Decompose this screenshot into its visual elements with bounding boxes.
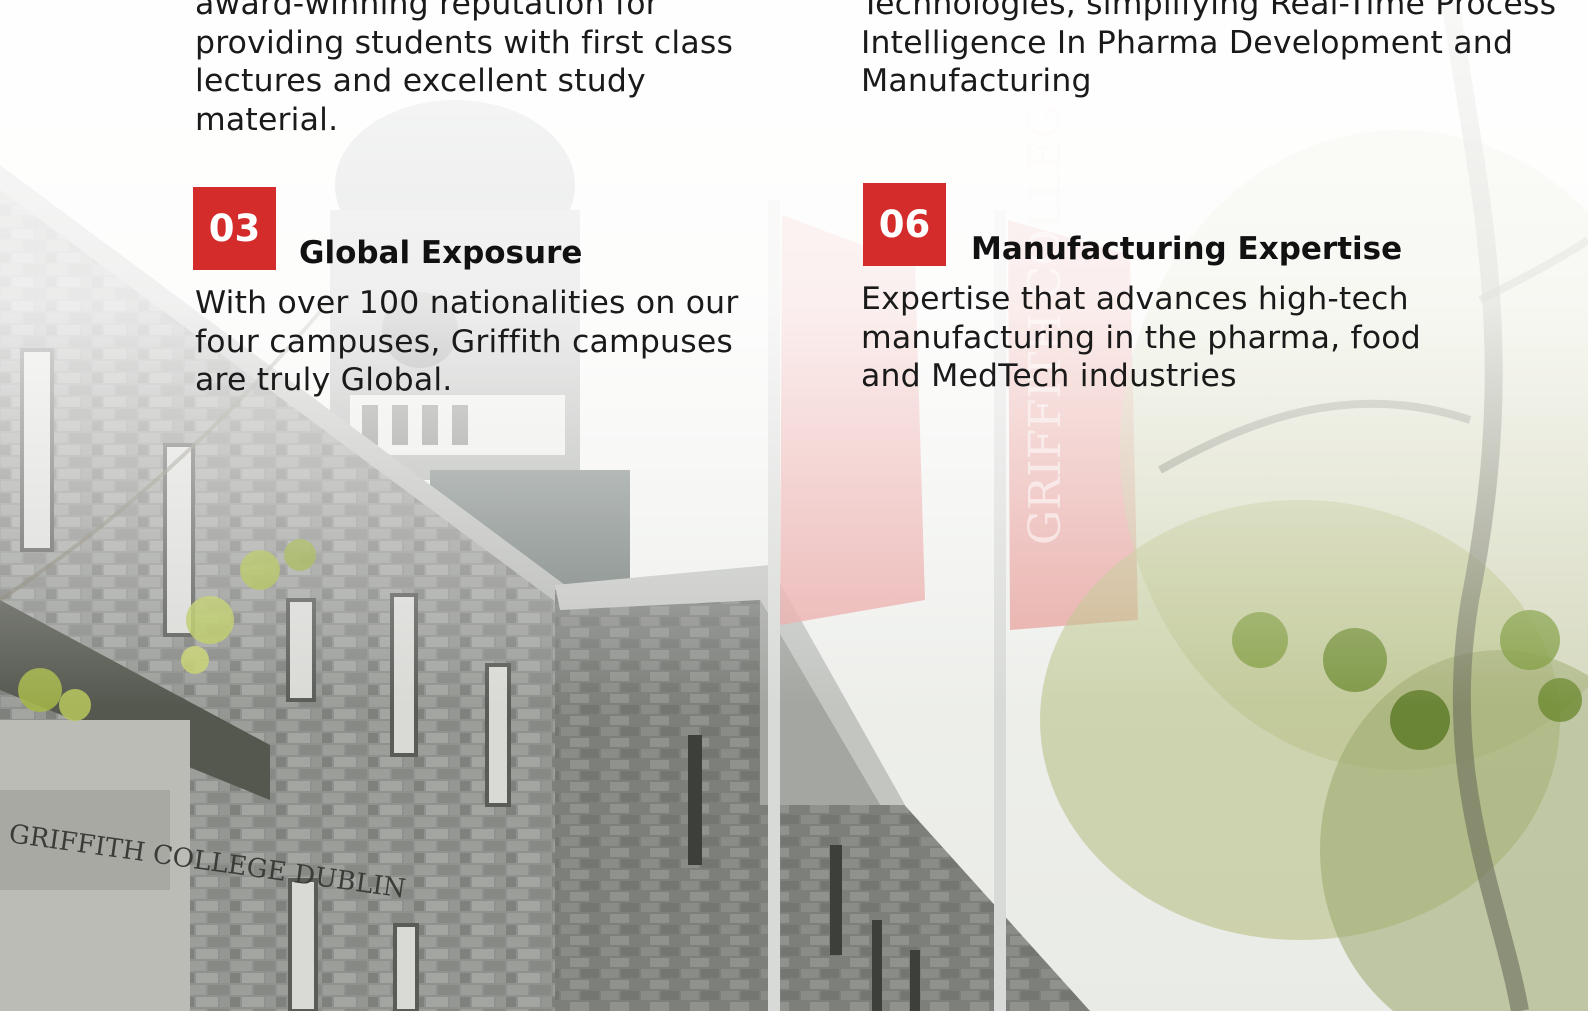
campus-scene: GRIFFITH COLLEGE DUBLIN GRIFFITH COLLEGE <box>0 0 1588 1011</box>
campus-background-photo: GRIFFITH COLLEGE DUBLIN GRIFFITH COLLEGE <box>0 0 1588 1011</box>
feature-02-description-block: award-winning reputation for providing s… <box>195 0 755 139</box>
feature-05-description-block: Technologies, simplifying Real-Time Proc… <box>861 0 1561 101</box>
feature-heading: Manufacturing Expertise <box>971 231 1403 267</box>
feature-number-badge: 06 <box>863 183 946 266</box>
feature-number-badge: 03 <box>193 187 276 270</box>
feature-description: With over 100 nationalities on our four … <box>195 285 739 398</box>
feature-05-description: Technologies, simplifying Real-Time Proc… <box>861 0 1557 99</box>
feature-description: Expertise that advances high-tech manufa… <box>861 281 1421 394</box>
feature-heading: Global Exposure <box>299 235 583 271</box>
feature-02-description: award-winning reputation for providing s… <box>195 0 734 138</box>
